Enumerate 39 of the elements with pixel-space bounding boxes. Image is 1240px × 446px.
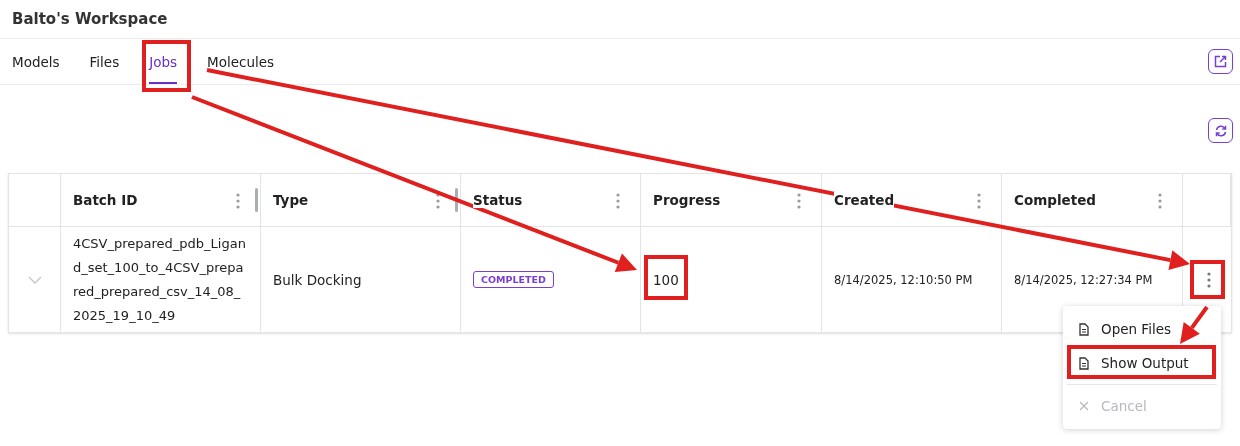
column-header: Status [473,192,523,208]
more-icon [236,193,240,209]
column-header: Batch ID [73,192,138,208]
menu-item[interactable]: Show Output [1063,346,1221,380]
table-cell-text: 4CSV_prepared_pdb_Ligand_set_100_to_4CSV_prepared_prepared_csv_14_08_2025_19_10_49 [73,234,247,325]
tab[interactable]: Molecules [207,39,275,84]
column-header: Progress [653,192,721,208]
refresh-button[interactable] [1208,118,1233,143]
resize-handle[interactable] [455,188,458,212]
highlight-box [644,255,688,300]
table-cell: Bulk Docking [273,271,362,288]
more-icon [797,193,801,209]
tab[interactable]: Files [89,39,120,84]
more-icon [436,193,440,209]
document-icon [1079,322,1089,336]
tab[interactable]: Models [12,39,60,84]
close-icon [1079,401,1089,411]
column-header: Created [834,192,895,208]
more-icon [1158,193,1162,209]
external-link-icon [1214,55,1227,68]
column-header: Type [273,192,309,208]
status-badge: COMPLETED [473,271,554,288]
highlight-box [1190,260,1225,299]
workspace-title: Balto's Workspace [12,10,168,28]
tab[interactable]: Jobs [149,39,178,84]
table-cell: 100 [653,271,679,288]
more-icon [616,193,620,209]
more-icon [1207,271,1211,288]
column-header: Completed [1014,192,1096,208]
annotation-arrow [1180,305,1209,344]
external-link-button[interactable] [1208,49,1233,74]
more-icon [977,193,981,209]
highlight-box [142,40,191,92]
table-cell: 8/14/2025, 12:10:50 PM [834,272,973,287]
refresh-icon [1213,123,1228,138]
table-cell: 8/14/2025, 12:27:34 PM [1014,272,1153,287]
resize-handle[interactable] [255,188,258,212]
document-icon [1079,356,1089,370]
menu-item[interactable]: Open Files [1063,312,1221,346]
